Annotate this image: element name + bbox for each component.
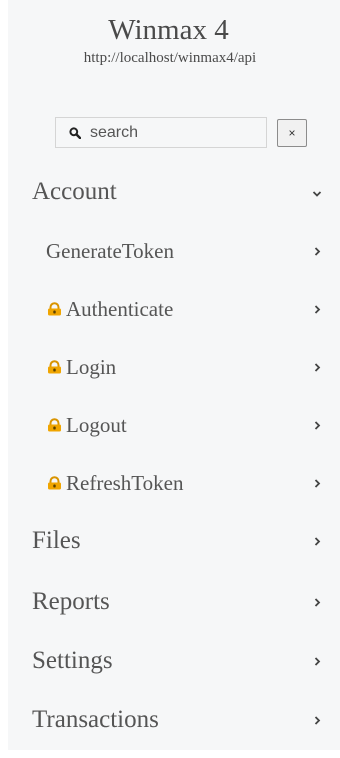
lock-icon [48,302,61,316]
api-url: http://localhost/winmax4/api [83,50,257,66]
nav-item-label: RefreshToken [66,471,184,495]
nav-group-label: Settings [32,647,113,674]
chevron-right-icon [314,247,321,256]
search-bar: × [55,117,307,148]
nav-item-login[interactable]: Login [8,347,340,387]
nav-group-transactions[interactable]: Transactions [8,700,340,740]
nav-group-label: Transactions [32,706,159,733]
nav-group-reports[interactable]: Reports [8,582,340,622]
chevron-right-icon [314,537,321,546]
chevron-right-icon [314,716,321,725]
nav-group-account[interactable]: Account [8,172,340,212]
nav-group-label: Files [32,527,81,554]
chevron-down-icon [312,191,322,197]
nav-item-authenticate[interactable]: Authenticate [8,289,340,329]
chevron-right-icon [314,305,321,314]
nav-item-generatetoken[interactable]: GenerateToken [8,231,340,271]
nav-item-refreshtoken[interactable]: RefreshToken [8,463,340,503]
chevron-right-icon [314,363,321,372]
search-field[interactable] [55,117,267,148]
nav-item-label: Authenticate [66,297,174,321]
nav-item-label: Login [66,355,117,379]
nav-group-label: Account [32,178,117,205]
sidebar-header: Winmax 4 http://localhost/winmax4/api [8,0,340,67]
chevron-right-icon [314,598,321,607]
api-sidebar: Winmax 4 http://localhost/winmax4/api × … [8,0,340,750]
nav-item-logout[interactable]: Logout [8,405,340,445]
chevron-right-icon [314,657,321,666]
chevron-right-icon [314,479,321,488]
nav-group-label: Reports [32,588,110,615]
lock-icon [48,418,61,432]
search-icon [69,126,81,139]
nav-group-settings[interactable]: Settings [8,641,340,681]
nav-group-files[interactable]: Files [8,521,340,561]
lock-icon [48,476,61,490]
chevron-right-icon [314,421,321,430]
nav-item-label: GenerateToken [46,239,174,263]
nav-item-label: Logout [66,413,127,437]
lock-icon [48,360,61,374]
search-input[interactable] [90,123,250,142]
clear-search-button[interactable]: × [277,119,307,147]
app-title: Winmax 4 [108,14,229,46]
